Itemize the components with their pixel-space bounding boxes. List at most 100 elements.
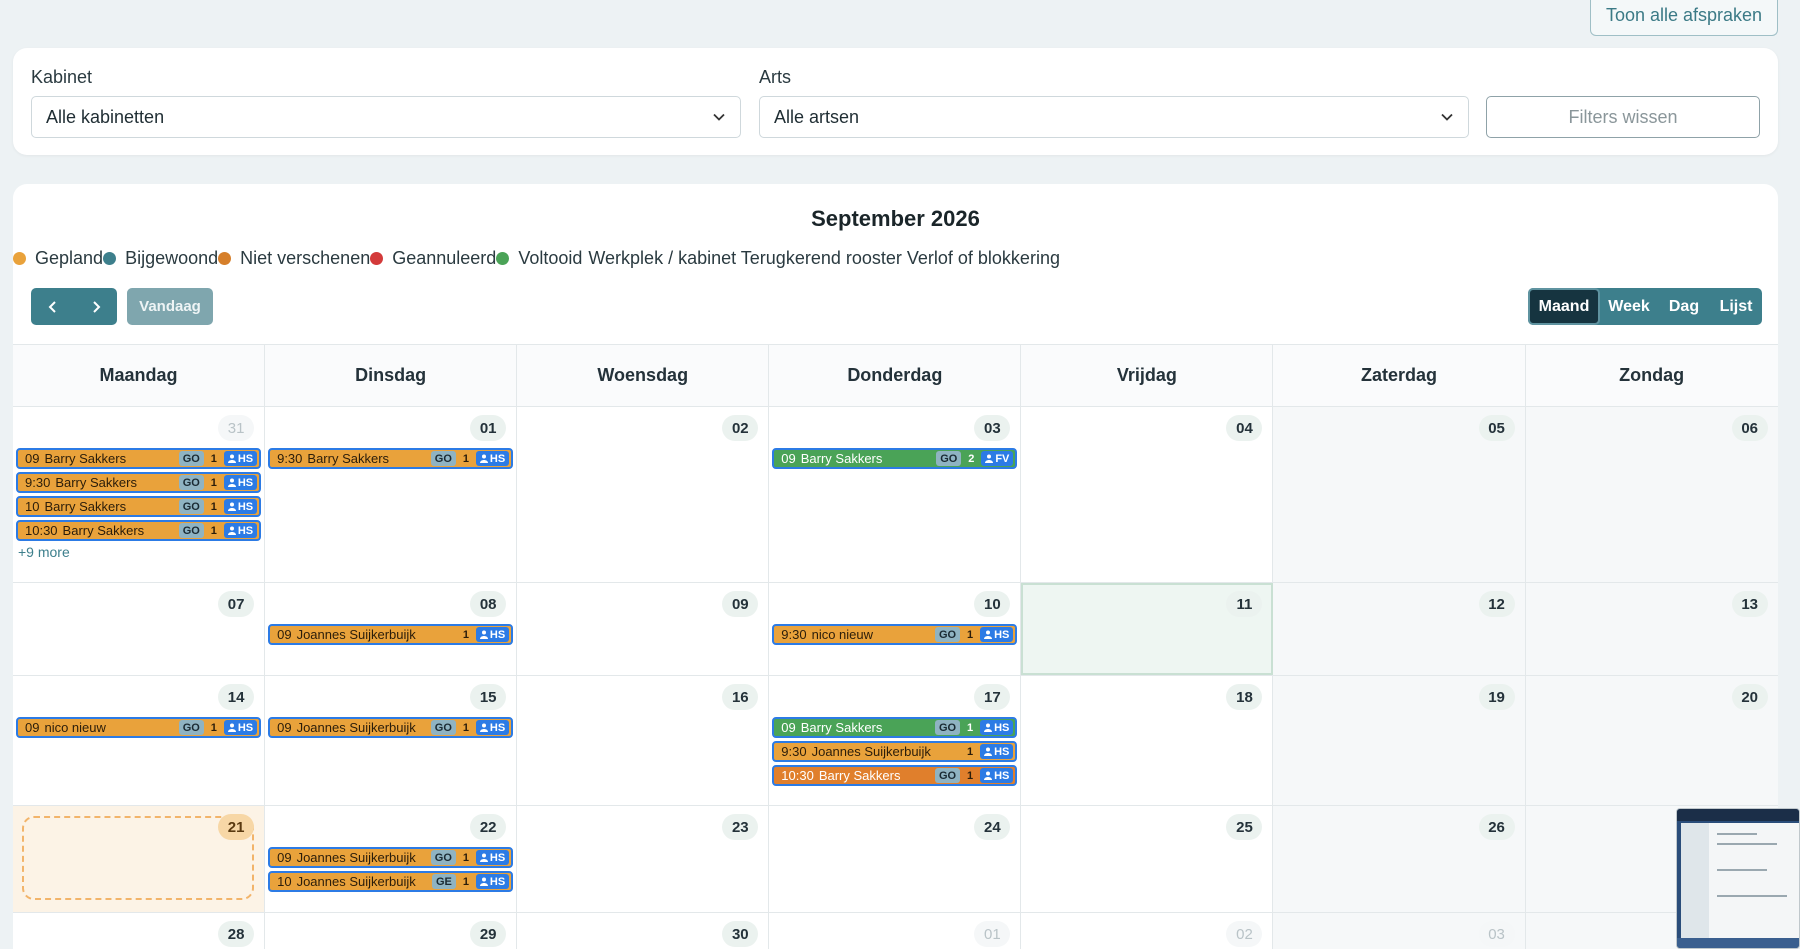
calendar-day-cell[interactable]: 02 xyxy=(1021,913,1274,949)
day-number[interactable]: 03 xyxy=(974,415,1011,441)
calendar-day-cell[interactable]: 18 xyxy=(1021,676,1274,805)
calendar-day-cell[interactable]: 25 xyxy=(1021,806,1274,912)
calendar-day-cell[interactable]: 24 xyxy=(769,806,1022,912)
day-number[interactable]: 13 xyxy=(1731,591,1768,617)
calendar-day-cell[interactable]: 09 xyxy=(517,583,770,675)
calendar-day-cell[interactable]: 28 xyxy=(13,913,266,949)
day-number[interactable]: 02 xyxy=(722,415,759,441)
day-number[interactable]: 02 xyxy=(1226,921,1263,947)
day-number[interactable]: 07 xyxy=(218,591,255,617)
day-number[interactable]: 17 xyxy=(974,684,1011,710)
person-icon xyxy=(479,853,488,862)
calendar-day-cell[interactable]: 21 xyxy=(13,806,266,912)
day-number[interactable]: 18 xyxy=(1226,684,1263,710)
day-number[interactable]: 09 xyxy=(722,591,759,617)
appointment-event[interactable]: 9:30 Joannes Suijkerbuijk 1 HS xyxy=(772,741,1018,762)
day-number[interactable]: 05 xyxy=(1478,415,1515,441)
day-number[interactable]: 30 xyxy=(722,921,759,947)
calendar-day-cell[interactable]: 30 xyxy=(517,913,770,949)
calendar-day-cell[interactable]: 26 xyxy=(1273,806,1526,912)
calendar-day-cell[interactable]: 10 9:30 nico nieuw GO 1 HS xyxy=(769,583,1022,675)
calendar-day-cell[interactable]: 01 xyxy=(769,913,1022,949)
appointment-event[interactable]: 09 nico nieuw GO 1 HS xyxy=(16,717,262,738)
calendar-day-cell[interactable]: 11 xyxy=(1021,583,1274,675)
day-number[interactable]: 01 xyxy=(470,415,507,441)
day-number[interactable]: 21 xyxy=(218,814,255,840)
day-number[interactable]: 24 xyxy=(974,814,1011,840)
day-number[interactable]: 10 xyxy=(974,591,1011,617)
appointment-event[interactable]: 9:30 Barry Sakkers GO 1 HS xyxy=(268,448,514,469)
day-number[interactable]: 14 xyxy=(218,684,255,710)
next-month-button[interactable] xyxy=(74,288,117,325)
calendar-day-cell[interactable]: 03 09 Barry Sakkers GO 2 FV xyxy=(769,407,1022,582)
calendar-day-cell[interactable]: 17 09 Barry Sakkers GO 1 HS 9:30 Joannes Suijke… xyxy=(769,676,1022,805)
calendar-day-cell[interactable]: 20 xyxy=(1525,676,1778,805)
appointment-event[interactable]: 09 Barry Sakkers GO 1 HS xyxy=(772,717,1018,738)
appointment-event[interactable]: 09 Barry Sakkers GO 1 HS xyxy=(16,448,262,469)
screenshot-thumbnail[interactable] xyxy=(1676,808,1800,949)
appointment-event[interactable]: 09 Joannes Suijkerbuijk 1 HS xyxy=(268,624,514,645)
today-button[interactable]: Vandaag xyxy=(127,288,213,325)
weekday-header-cell: Dinsdag xyxy=(265,345,518,406)
calendar-day-cell[interactable]: 29 xyxy=(265,913,518,949)
day-number[interactable]: 22 xyxy=(470,814,507,840)
day-number[interactable]: 12 xyxy=(1478,591,1515,617)
calendar-day-cell[interactable]: 05 xyxy=(1273,407,1526,582)
day-number[interactable]: 03 xyxy=(1478,921,1515,947)
appointment-event[interactable]: 09 Barry Sakkers GO 2 FV xyxy=(772,448,1018,469)
calendar-day-cell[interactable]: 07 xyxy=(13,583,266,675)
view-day-button[interactable]: Dag xyxy=(1658,288,1710,325)
calendar-day-cell[interactable]: 13 xyxy=(1525,583,1778,675)
calendar-day-cell[interactable]: 02 xyxy=(517,407,770,582)
day-number[interactable]: 26 xyxy=(1478,814,1515,840)
doctor-select[interactable]: Alle artsen xyxy=(759,96,1469,138)
day-number[interactable]: 20 xyxy=(1731,684,1768,710)
appointment-event[interactable]: 10:30 Barry Sakkers GO 1 HS xyxy=(16,520,262,541)
view-month-button[interactable]: Maand xyxy=(1528,288,1600,325)
cabinet-select[interactable]: Alle kabinetten xyxy=(31,96,741,138)
view-list-button[interactable]: Lijst xyxy=(1710,288,1762,325)
calendar-day-cell[interactable]: 31 09 Barry Sakkers GO 1 HS 9:30 Barry Sakkers G… xyxy=(13,407,266,582)
calendar-day-cell[interactable]: 03 xyxy=(1273,913,1526,949)
day-number[interactable]: 25 xyxy=(1226,814,1263,840)
calendar-day-cell[interactable]: 19 xyxy=(1273,676,1526,805)
day-number[interactable]: 29 xyxy=(470,921,507,947)
appointment-event[interactable]: 9:30 Barry Sakkers GO 1 HS xyxy=(16,472,262,493)
appointment-event[interactable]: 09 Joannes Suijkerbuijk GO 1 HS xyxy=(268,717,514,738)
day-number[interactable]: 31 xyxy=(218,415,255,441)
calendar-day-cell[interactable]: 14 09 nico nieuw GO 1 HS xyxy=(13,676,266,805)
appointment-event[interactable]: 10 Joannes Suijkerbuijk GE 1 HS xyxy=(268,871,514,892)
chevron-down-icon xyxy=(713,113,725,121)
show-all-appointments-button[interactable]: Toon alle afspraken xyxy=(1590,0,1778,36)
appointment-event[interactable]: 09 Joannes Suijkerbuijk GO 1 HS xyxy=(268,847,514,868)
day-number[interactable]: 01 xyxy=(974,921,1011,947)
clear-filters-button[interactable]: Filters wissen xyxy=(1486,96,1760,138)
view-week-button[interactable]: Week xyxy=(1600,288,1658,325)
doctor-badge: HS xyxy=(223,720,258,735)
cabinet-tag: GE xyxy=(432,874,456,889)
appointment-event[interactable]: 10 Barry Sakkers GO 1 HS xyxy=(16,496,262,517)
day-number[interactable]: 06 xyxy=(1731,415,1768,441)
day-number[interactable]: 28 xyxy=(218,921,255,947)
calendar-day-cell[interactable]: 06 xyxy=(1525,407,1778,582)
day-number[interactable]: 15 xyxy=(470,684,507,710)
calendar-day-cell[interactable]: 22 09 Joannes Suijkerbuijk GO 1 HS 10 Joannes S… xyxy=(265,806,518,912)
calendar-day-cell[interactable]: 16 xyxy=(517,676,770,805)
day-number[interactable]: 11 xyxy=(1226,591,1263,617)
day-number[interactable]: 23 xyxy=(722,814,759,840)
calendar-day-cell[interactable]: 12 xyxy=(1273,583,1526,675)
calendar-day-cell[interactable]: 23 xyxy=(517,806,770,912)
cabinet-tag: GO xyxy=(178,475,204,490)
day-number[interactable]: 08 xyxy=(470,591,507,617)
day-number[interactable]: 16 xyxy=(722,684,759,710)
appointment-event[interactable]: 9:30 nico nieuw GO 1 HS xyxy=(772,624,1018,645)
day-number[interactable]: 19 xyxy=(1478,684,1515,710)
prev-month-button[interactable] xyxy=(31,288,74,325)
day-number[interactable]: 04 xyxy=(1226,415,1263,441)
calendar-day-cell[interactable]: 04 xyxy=(1021,407,1274,582)
calendar-day-cell[interactable]: 15 09 Joannes Suijkerbuijk GO 1 HS xyxy=(265,676,518,805)
calendar-day-cell[interactable]: 08 09 Joannes Suijkerbuijk 1 HS xyxy=(265,583,518,675)
appointment-event[interactable]: 10:30 Barry Sakkers GO 1 HS xyxy=(772,765,1018,786)
calendar-day-cell[interactable]: 01 9:30 Barry Sakkers GO 1 HS xyxy=(265,407,518,582)
more-events-link[interactable]: +9 more xyxy=(18,544,261,560)
